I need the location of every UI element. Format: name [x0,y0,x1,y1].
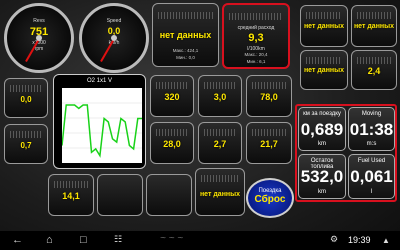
big-title: Fuel Used [357,158,386,164]
big-fuel-used[interactable]: Fuel Used 0,061 l [348,154,395,199]
panel-value: 2,4 [367,66,381,76]
panel-217[interactable]: 21,7 [246,122,292,164]
panel-value: 0,0 [20,95,32,104]
trip-reset-button[interactable]: Поездка Сброс [246,178,294,218]
panel-max: Макс.: 424,1 [172,48,199,53]
big-value: 01:38 [349,120,394,139]
panel-avg-consumption[interactable]: средний расход 9,3 l/100km Макс.: 20,4 М… [222,3,290,69]
panel-value: 78,0 [260,92,278,102]
panel-scale [252,82,286,89]
panel-min: Мин.: 6,1 [246,59,266,64]
panel-scale [306,12,342,19]
panel-r1c1[interactable]: нет данных [300,5,348,47]
panel-scale [201,175,239,182]
settings-icon[interactable]: ⚙ [330,234,338,245]
speed-title: Speed [106,18,122,24]
system-navbar: ← ⌂ □ ☷ ~ ~ ~ ⚙ 19:39 ▲ [0,231,400,250]
graph-plot [62,88,142,163]
panel-scale [156,82,188,89]
recent-apps-icon[interactable]: □ [80,234,87,246]
panel-title: средний расход [237,25,275,31]
panel-empty-2[interactable] [146,174,192,216]
clock: 19:39 [348,235,371,245]
panel-scale [204,82,236,89]
panel-value: 0,7 [20,141,32,150]
panel-280[interactable]: 28,0 [150,122,194,164]
big-unit: km [318,189,326,195]
graph-title: O2 1x1 V [86,78,112,84]
big-value: 0,061 [350,167,393,186]
panel-value: нет данных [199,191,241,198]
panel-value: 2,7 [213,139,227,149]
panel-r2c2[interactable]: 2,4 [351,50,397,90]
grid-icon[interactable]: ☷ [114,234,122,245]
panel-r2c1[interactable]: нет данных [300,50,348,90]
panel-30[interactable]: 3,0 [198,75,242,117]
big-trip-km[interactable]: км за поездку 0,689 km [298,107,346,151]
panel-empty-1[interactable] [97,174,143,216]
panel-voltage[interactable]: 14,1 [48,174,94,216]
o2-graph-panel[interactable]: O2 1x1 V [53,74,146,169]
panel-scale [10,131,42,138]
panel-value: нет данных [353,23,395,30]
revs-title: Revs [33,18,45,24]
speed-gauge[interactable]: Speed 0,0 km/h [79,3,149,73]
big-value: 532,0 [300,167,344,186]
panel-r1c2[interactable]: нет данных [351,5,397,47]
home-icon[interactable]: ⌂ [46,234,53,246]
revs-hub [36,35,42,41]
speed-hub [111,35,117,41]
revs-gauge[interactable]: Revs 751 x1000 rpm [4,3,74,73]
app-logo-watermark: ~ ~ ~ [160,233,184,244]
panel-27[interactable]: 2,7 [198,122,242,164]
big-fuel-left[interactable]: Остаток топлива 532,0 km [298,154,346,199]
panel-value: нет данных [159,30,212,40]
panel-scale [357,57,391,64]
panel-m1[interactable]: нет данных [195,168,245,216]
panel-value: 320 [164,92,180,102]
panel-value: 3,0 [213,92,227,102]
big-title: Moving [361,111,382,117]
panel-scale [156,129,188,136]
panel-value: 14,1 [62,191,80,201]
big-unit: km [318,141,326,147]
panel-320[interactable]: 320 [150,75,194,117]
panel-left-b[interactable]: 0,7 [4,124,48,164]
panel-max: Макс.: 20,4 [244,52,268,57]
panel-scale [306,57,342,64]
panel-value: 9,3 [248,32,264,44]
panel-scale [252,129,286,136]
big-title: км за поездку [303,111,341,117]
signal-icon: ▲ [382,236,390,245]
panel-scale [357,12,391,19]
panel-scale [54,181,88,188]
panel-scale [204,129,236,136]
big-value: 0,689 [300,120,344,139]
panel-top-left[interactable]: нет данных Макс.: 424,1 Мин.: 0,0 [152,3,219,67]
revs-unit2: rpm [34,46,44,52]
panel-left-a[interactable]: 0,0 [4,78,48,118]
panel-min: Мин.: 0,0 [176,55,195,60]
panel-value: 28,0 [163,139,181,149]
big-unit: l [370,189,373,195]
panel-value: нет данных [303,23,345,30]
panel-value: 21,7 [260,139,278,149]
big-moving[interactable]: Moving 01:38 m:s [348,107,395,151]
panel-value: нет данных [303,67,345,74]
panel-scale [10,85,42,92]
panel-780[interactable]: 78,0 [246,75,292,117]
big-unit: m:s [366,141,377,147]
trip-reset-line2: Сброс [254,194,286,205]
panel-scale [229,13,283,20]
back-icon[interactable]: ← [12,234,23,246]
panel-scale [158,12,213,19]
